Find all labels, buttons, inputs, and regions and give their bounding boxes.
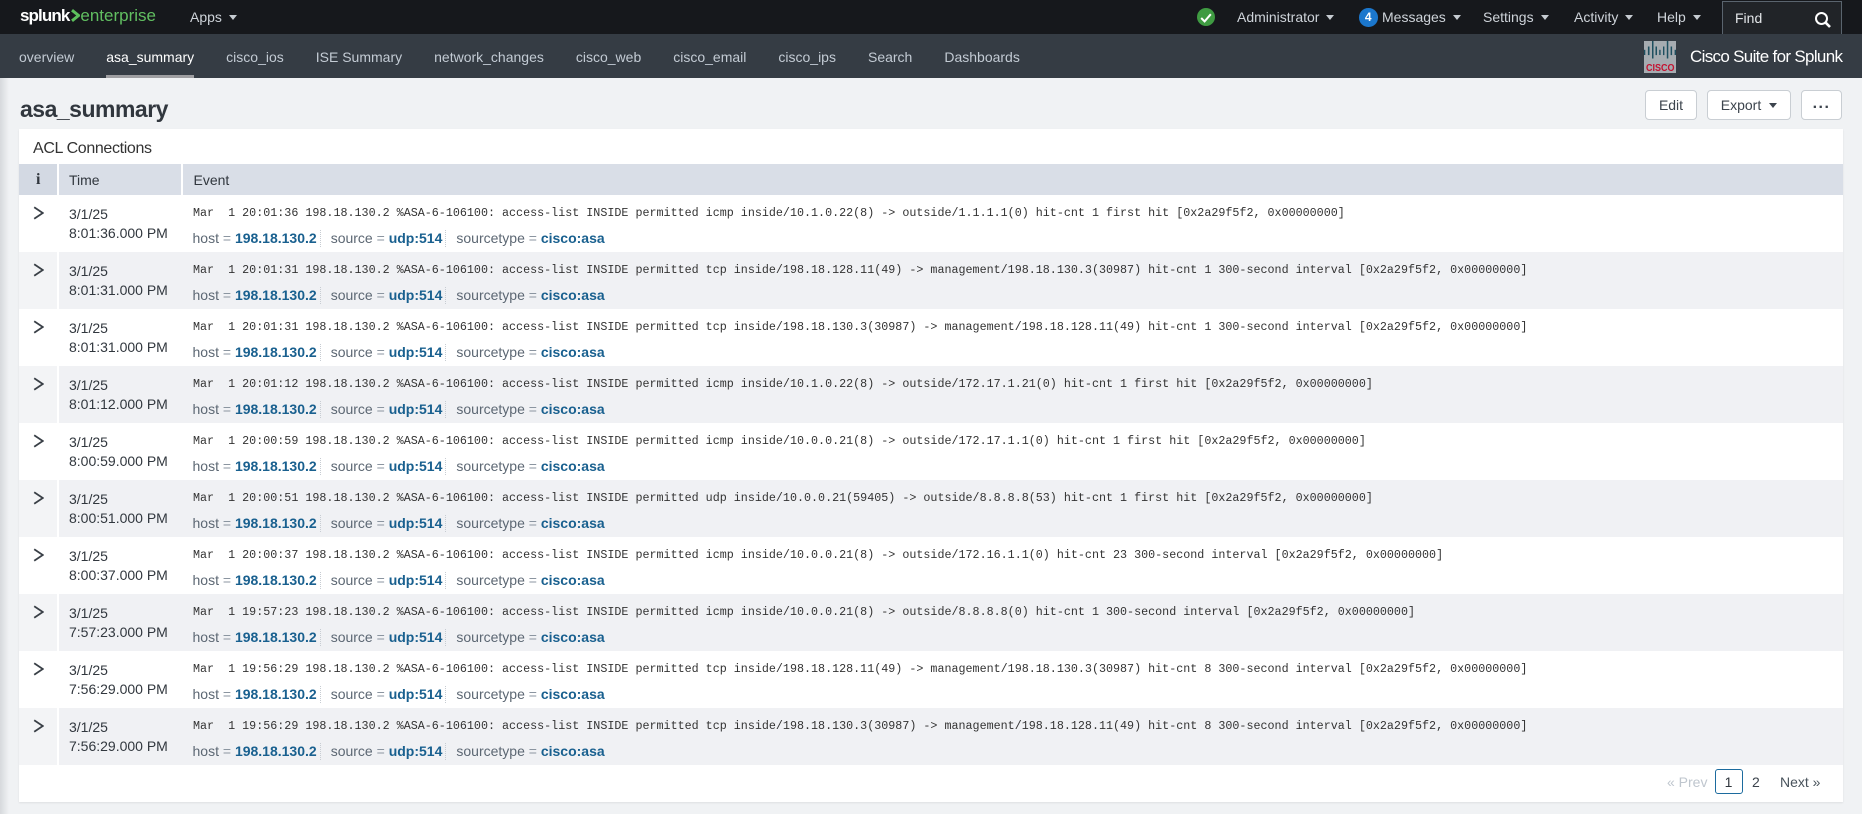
svg-text:CISCO: CISCO [1646,62,1675,73]
